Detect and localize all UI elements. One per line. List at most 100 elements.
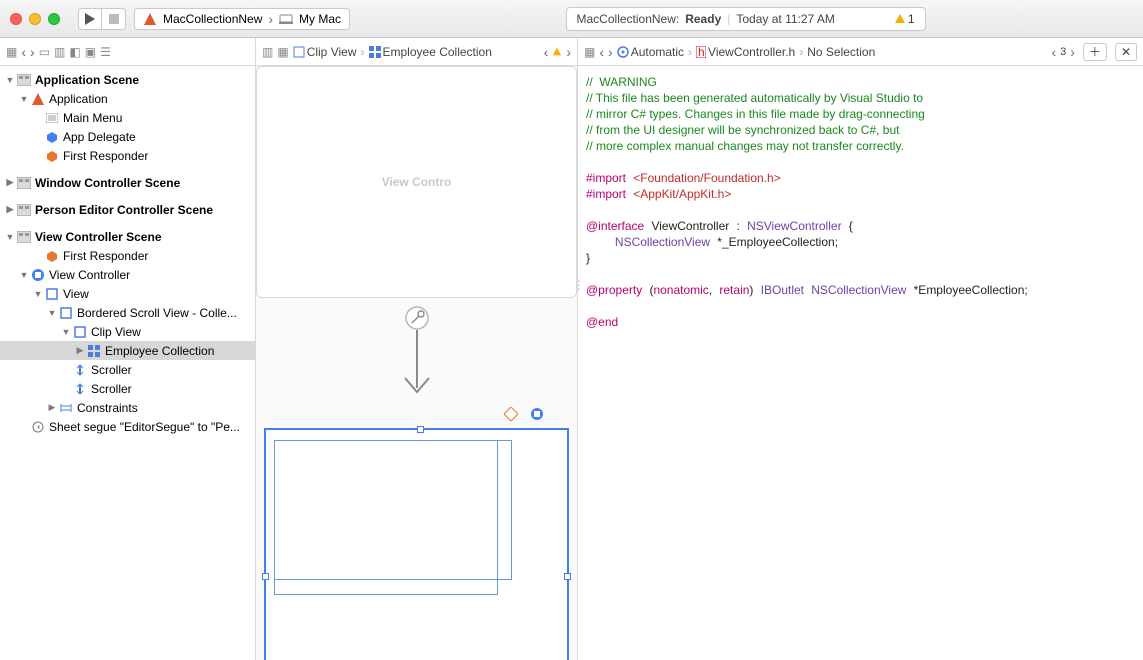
activity-view[interactable]: MacCollectionNew: Ready | Today at 11:27…	[566, 7, 926, 31]
outline-row[interactable]: ▼Bordered Scroll View - Colle...	[0, 303, 255, 322]
outline-row[interactable]: ▼ View Controller	[0, 265, 255, 284]
warning-icon	[553, 48, 562, 56]
svg-text:h: h	[698, 46, 705, 58]
outline-row[interactable]: ▶Window Controller Scene	[0, 173, 255, 192]
related-items-icon[interactable]: ▦	[584, 45, 595, 59]
disclosure-triangle[interactable]: ▼	[46, 308, 58, 318]
outline-row[interactable]: Scroller	[0, 379, 255, 398]
view-icon	[293, 46, 305, 58]
outline-label: App Delegate	[63, 130, 136, 144]
cube-orange-icon	[44, 249, 60, 263]
outline-row[interactable]: First Responder	[0, 146, 255, 165]
assistant-editor[interactable]: // WARNING // This file has been generat…	[578, 66, 1143, 660]
scheme-selector[interactable]: MacCollectionNew › My Mac	[134, 8, 350, 30]
disclosure-triangle[interactable]: ▶	[46, 402, 58, 413]
canvas-prev-button[interactable]: ‹	[544, 44, 549, 60]
disclosure-triangle[interactable]: ▶	[4, 177, 16, 188]
outline-label: Person Editor Controller Scene	[35, 203, 213, 217]
outline-row[interactable]: Sheet segue "EditorSegue" to "Pe...	[0, 417, 255, 436]
add-assistant-button[interactable]: ＋	[1083, 43, 1107, 61]
canvas-breadcrumb[interactable]: Clip View › Employee Collection	[293, 45, 492, 59]
scene-dock	[256, 406, 577, 428]
outline-label: Constraints	[77, 401, 138, 415]
outline-label: Application	[49, 92, 108, 106]
canvas-next-button[interactable]: ›	[566, 44, 571, 60]
counter-prev-button[interactable]: ‹	[1051, 44, 1056, 60]
ib-canvas[interactable]: View Contro	[256, 66, 578, 660]
zoom-window-button[interactable]	[48, 13, 60, 25]
disclosure-triangle[interactable]: ▼	[18, 270, 30, 280]
app-icon	[143, 12, 157, 26]
segue-icon	[30, 420, 46, 434]
outline-row[interactable]: ▼ Application	[0, 89, 255, 108]
close-window-button[interactable]	[10, 13, 22, 25]
document-outline[interactable]: ▼Application Scene▼ApplicationMain MenuA…	[0, 66, 256, 660]
disclosure-triangle[interactable]: ▶	[74, 345, 86, 356]
assist-back-button[interactable]: ‹	[599, 44, 604, 60]
canvas-mode-icon[interactable]: ▦	[277, 45, 288, 59]
outline-label: First Responder	[63, 149, 148, 163]
first-responder-icon[interactable]	[503, 406, 519, 422]
nav-fwd-button[interactable]: ›	[30, 44, 35, 60]
minimize-window-button[interactable]	[29, 13, 41, 25]
warning-badge[interactable]: 1	[895, 12, 915, 26]
canvas-jumpbar: ▥ ▦ Clip View › Employee Collection ‹ ›	[256, 38, 578, 65]
related-items-icon[interactable]: ▦	[6, 45, 17, 59]
run-button[interactable]	[78, 8, 102, 30]
cube-orange-icon	[44, 149, 60, 163]
disclosure-triangle[interactable]: ▶	[4, 204, 16, 215]
scene-icon	[16, 203, 32, 217]
disclosure-triangle[interactable]: ▼	[32, 289, 44, 299]
view-mode-icon-5[interactable]: ☰	[100, 45, 111, 59]
outline-row[interactable]: ▼ View Controller Scene	[0, 227, 255, 246]
navigator-jumpbar: ▦ ‹ › ▭ ▥ ◧ ▣ ☰	[0, 38, 256, 65]
device-icon	[279, 14, 293, 24]
warning-icon	[895, 14, 905, 23]
outline-row[interactable]: ▶ Person Editor Controller Scene	[0, 200, 255, 219]
outline-row[interactable]: ▼View	[0, 284, 255, 303]
split-grabber[interactable]: ⋮	[572, 255, 586, 315]
scene-icon	[16, 176, 32, 190]
close-assistant-button[interactable]: ✕	[1115, 43, 1137, 61]
counter-next-button[interactable]: ›	[1070, 44, 1075, 60]
disclosure-triangle[interactable]: ▼	[4, 75, 16, 85]
outline-row[interactable]: ▼Clip View	[0, 322, 255, 341]
scheme-dest: My Mac	[299, 12, 341, 26]
outline-label: View Controller Scene	[35, 230, 162, 244]
outline-row[interactable]: ▶Employee Collection	[0, 341, 255, 360]
outline-row[interactable]: App Delegate	[0, 127, 255, 146]
view-mode-icon-1[interactable]: ▭	[39, 45, 50, 59]
chevron-right-icon: ›	[268, 11, 273, 27]
view-controller-icon[interactable]	[529, 406, 545, 422]
assist-fwd-button[interactable]: ›	[608, 44, 613, 60]
outline-toggle-icon[interactable]: ▥	[262, 45, 273, 59]
outline-row[interactable]: Scroller	[0, 360, 255, 379]
disclosure-triangle[interactable]: ▼	[4, 232, 16, 242]
status-time: Today at 11:27 AM	[736, 12, 835, 26]
assistant-jumpbar: ▦ ‹ › Automatic › h ViewController.h › N…	[578, 38, 1143, 65]
jump-bar-row: ▦ ‹ › ▭ ▥ ◧ ▣ ☰ ▥ ▦ Clip View › Employee…	[0, 38, 1143, 66]
view-mode-icon-4[interactable]: ▣	[85, 45, 96, 59]
outline-row[interactable]: ▼Application Scene	[0, 70, 255, 89]
collection-icon	[369, 46, 381, 58]
outline-row[interactable]: First Responder	[0, 246, 255, 265]
disclosure-triangle[interactable]: ▼	[18, 94, 30, 104]
disclosure-triangle[interactable]: ▼	[60, 327, 72, 337]
app-icon	[30, 92, 46, 106]
scene-icon	[16, 73, 32, 87]
outline-row[interactable]: ▶ Constraints	[0, 398, 255, 417]
collection-view-selection[interactable]	[264, 428, 569, 660]
assist-breadcrumb[interactable]: Automatic › h ViewController.h › No Sele…	[617, 45, 876, 59]
outline-label: View Controller	[49, 268, 130, 282]
outline-row[interactable]: Main Menu	[0, 108, 255, 127]
status-area: MacCollectionNew: Ready | Today at 11:27…	[358, 7, 1133, 31]
view-icon	[72, 325, 88, 339]
status-project: MacCollectionNew:	[577, 12, 680, 26]
window-traffic-lights	[10, 13, 60, 25]
scheme-name: MacCollectionNew	[163, 12, 262, 26]
nav-back-button[interactable]: ‹	[21, 44, 26, 60]
view-mode-icon-2[interactable]: ▥	[54, 45, 65, 59]
view-controller-thumbnail[interactable]: View Contro	[256, 66, 577, 298]
view-mode-icon-3[interactable]: ◧	[69, 45, 80, 59]
stop-button[interactable]	[102, 8, 126, 30]
